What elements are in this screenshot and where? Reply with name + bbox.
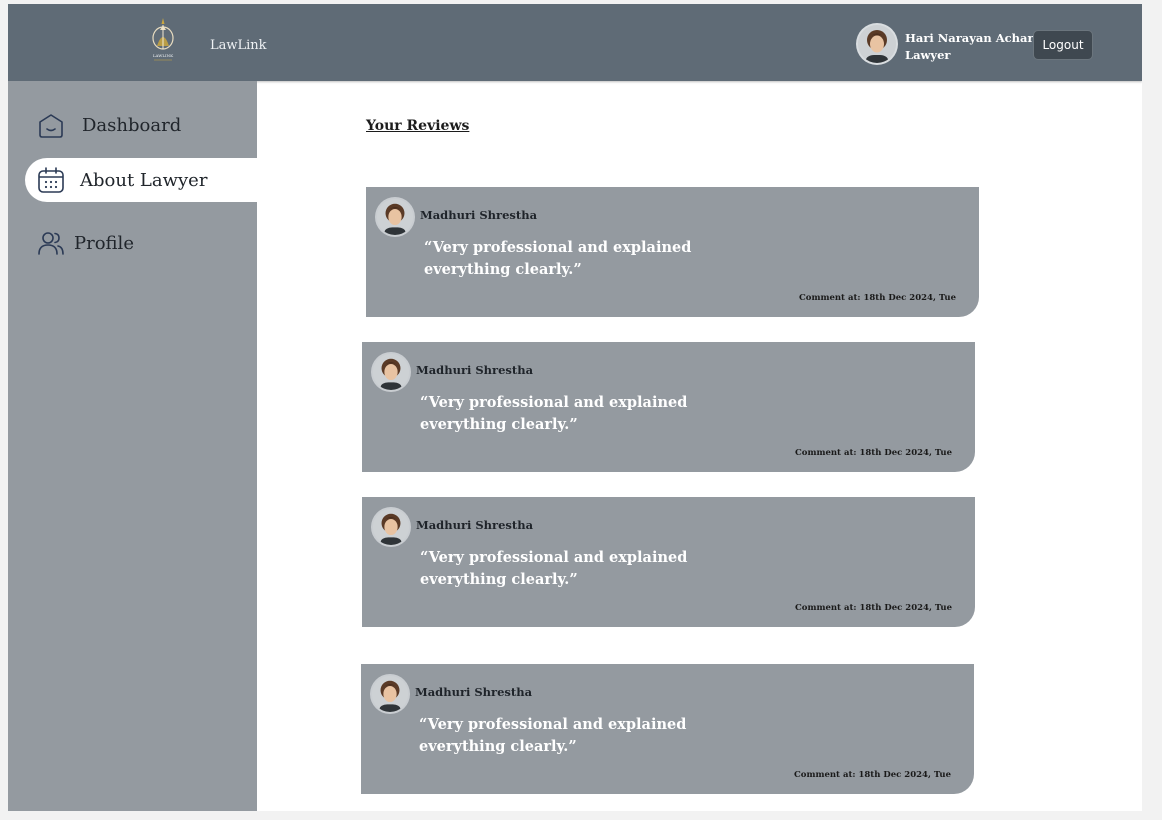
home-icon: [36, 110, 66, 140]
review-date: Comment at: 18th Dec 2024, Tue: [795, 448, 952, 458]
reviewer-avatar: [372, 676, 408, 712]
review-card: Madhuri Shrestha “Very professional and …: [362, 497, 975, 627]
page-title: Your Reviews: [366, 118, 470, 134]
sidebar-item-profile[interactable]: Profile: [25, 221, 134, 265]
logo-text: LAWLINK: [153, 53, 174, 58]
sidebar: Dashboard About Lawyer Profile: [8, 81, 257, 811]
sidebar-item-label: Profile: [74, 232, 134, 254]
review-date: Comment at: 18th Dec 2024, Tue: [795, 603, 952, 613]
reviewer-name: Madhuri Shrestha: [415, 685, 533, 699]
sidebar-item-dashboard[interactable]: Dashboard: [25, 103, 181, 147]
review-card: Madhuri Shrestha “Very professional and …: [362, 342, 975, 472]
logout-button[interactable]: Logout: [1033, 30, 1093, 60]
reviewer-name: Madhuri Shrestha: [416, 518, 534, 532]
lawlink-logo[interactable]: LAWLINK: [148, 16, 178, 64]
review-card: Madhuri Shrestha “Very professional and …: [361, 664, 974, 794]
review-text: “Very professional and explained everyth…: [420, 549, 688, 588]
top-header: LAWLINK LawLink Hari Narayan Acharya Law…: [8, 4, 1142, 81]
sidebar-item-label: Dashboard: [82, 114, 182, 136]
calendar-icon: [36, 165, 66, 195]
app-frame: LAWLINK LawLink Hari Narayan Acharya Law…: [8, 4, 1142, 811]
user-avatar[interactable]: [858, 25, 896, 63]
review-date: Comment at: 18th Dec 2024, Tue: [799, 293, 956, 303]
reviewer-avatar: [373, 509, 409, 545]
review-date: Comment at: 18th Dec 2024, Tue: [794, 770, 951, 780]
sidebar-item-about-lawyer[interactable]: About Lawyer: [25, 158, 257, 202]
review-card: Madhuri Shrestha “Very professional and …: [366, 187, 979, 317]
review-text: “Very professional and explained everyth…: [419, 716, 687, 755]
review-text: “Very professional and explained everyth…: [424, 239, 692, 278]
reviewer-avatar: [377, 199, 413, 235]
user-name: Hari Narayan Acharya: [905, 31, 1048, 45]
reviewer-name: Madhuri Shrestha: [420, 208, 538, 222]
users-icon: [36, 228, 66, 258]
user-role: Lawyer: [905, 48, 951, 62]
brand-name: LawLink: [210, 38, 267, 53]
reviewer-avatar: [373, 354, 409, 390]
reviewer-name: Madhuri Shrestha: [416, 363, 534, 377]
review-text: “Very professional and explained everyth…: [420, 394, 688, 433]
sidebar-item-label: About Lawyer: [80, 169, 208, 191]
